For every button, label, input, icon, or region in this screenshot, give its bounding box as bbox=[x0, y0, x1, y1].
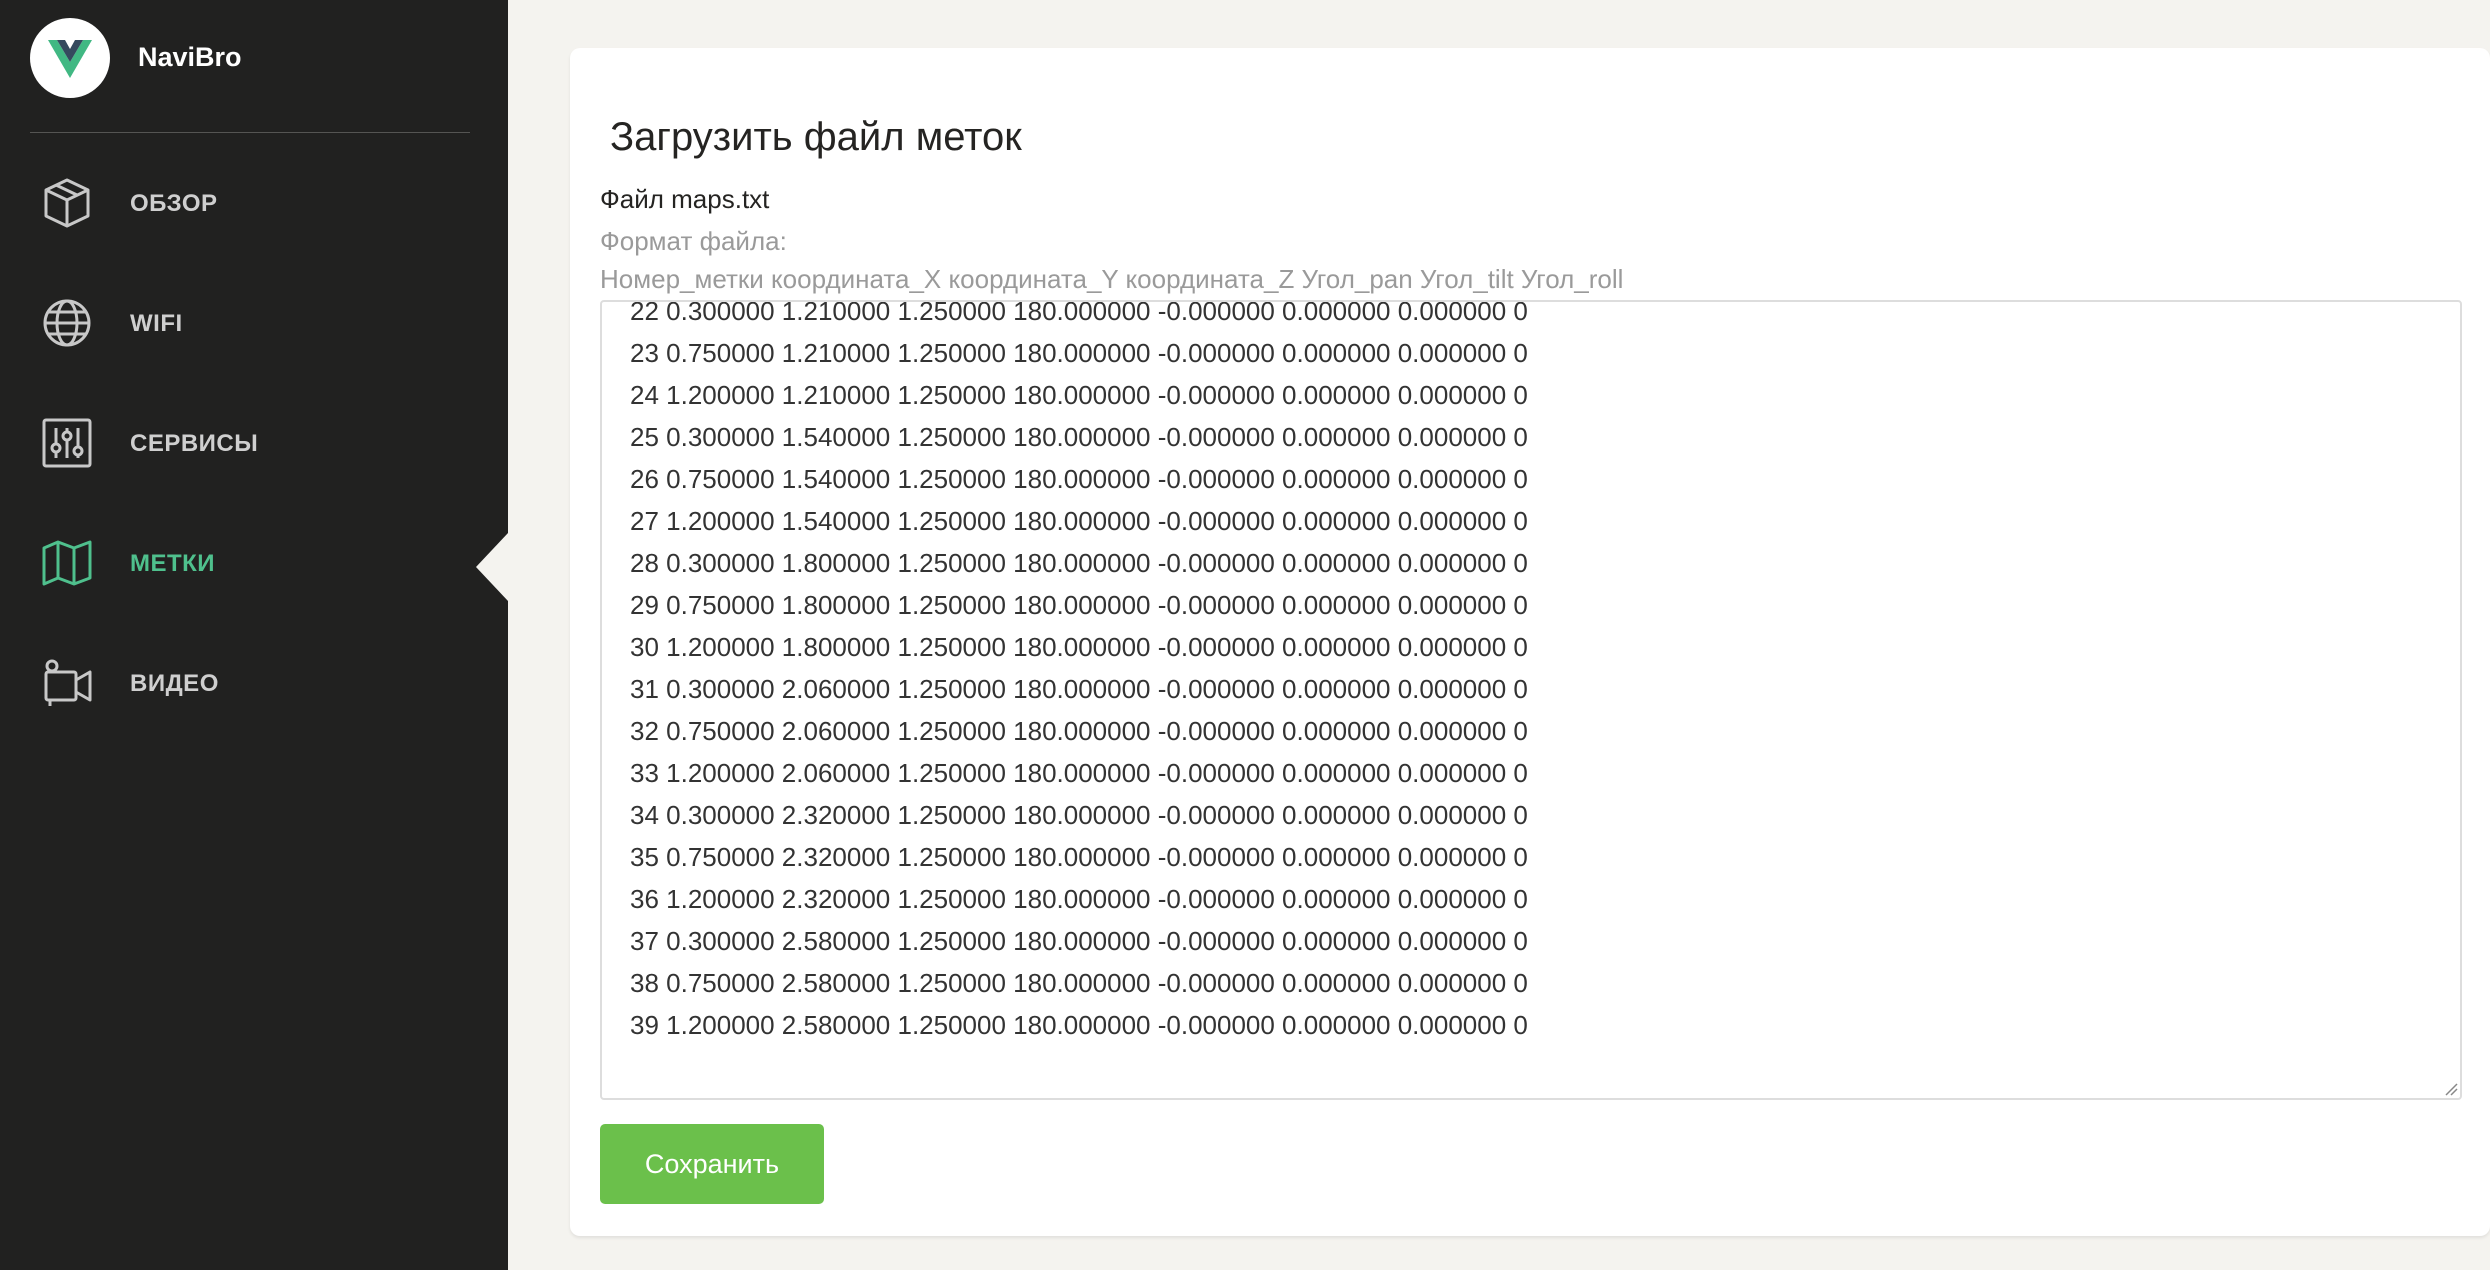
video-camera-icon bbox=[40, 656, 94, 710]
cube-icon bbox=[40, 176, 94, 230]
file-line: 32 0.750000 2.060000 1.250000 180.000000… bbox=[630, 716, 1528, 746]
file-line: 26 0.750000 1.540000 1.250000 180.000000… bbox=[630, 464, 1528, 494]
file-line: 29 0.750000 1.800000 1.250000 180.000000… bbox=[630, 590, 1528, 620]
file-line: 35 0.750000 2.320000 1.250000 180.000000… bbox=[630, 842, 1528, 872]
map-icon bbox=[40, 536, 94, 590]
file-line: 25 0.300000 1.540000 1.250000 180.000000… bbox=[630, 422, 1528, 452]
file-line: 34 0.300000 2.320000 1.250000 180.000000… bbox=[630, 800, 1528, 830]
file-line: 33 1.200000 2.060000 1.250000 180.000000… bbox=[630, 758, 1528, 788]
sidebar-item-services[interactable]: СЕРВИСЫ bbox=[40, 408, 480, 478]
sidebar: NaviBro ОБЗОР WIFI СЕРВИСЫ МЕТКИ ВИДЕО bbox=[0, 0, 508, 1270]
upload-card: Загрузить файл меток Файл maps.txt Форма… bbox=[570, 48, 2490, 1236]
sidebar-item-label: ВИДЕО bbox=[130, 670, 219, 697]
format-label: Формат файла: bbox=[600, 226, 787, 256]
sidebar-item-label: СЕРВИСЫ bbox=[130, 430, 259, 457]
vue-logo-icon bbox=[30, 18, 110, 98]
file-content-textarea[interactable]: 22 0.300000 1.210000 1.250000 180.000000… bbox=[600, 300, 2462, 1100]
file-line: 22 0.300000 1.210000 1.250000 180.000000… bbox=[630, 300, 1528, 326]
active-indicator bbox=[476, 533, 508, 601]
app-name: NaviBro bbox=[138, 42, 242, 72]
file-lines: 22 0.300000 1.210000 1.250000 180.000000… bbox=[630, 300, 1528, 1046]
sliders-icon bbox=[40, 416, 94, 470]
sidebar-divider bbox=[30, 132, 470, 133]
file-line: 30 1.200000 1.800000 1.250000 180.000000… bbox=[630, 632, 1528, 662]
file-line: 24 1.200000 1.210000 1.250000 180.000000… bbox=[630, 380, 1528, 410]
file-line: 27 1.200000 1.540000 1.250000 180.000000… bbox=[630, 506, 1528, 536]
save-button[interactable]: Сохранить bbox=[600, 1124, 824, 1204]
sidebar-item-video[interactable]: ВИДЕО bbox=[40, 648, 480, 718]
sidebar-item-label: МЕТКИ bbox=[130, 550, 216, 577]
file-line: 31 0.300000 2.060000 1.250000 180.000000… bbox=[630, 674, 1528, 704]
resize-handle-icon[interactable] bbox=[2444, 1082, 2458, 1096]
sidebar-item-label: WIFI bbox=[130, 310, 183, 337]
brand[interactable]: NaviBro bbox=[30, 18, 470, 98]
format-description: Номер_метки координата_X координата_Y ко… bbox=[600, 264, 1624, 294]
file-line: 28 0.300000 1.800000 1.250000 180.000000… bbox=[630, 548, 1528, 578]
file-line: 38 0.750000 2.580000 1.250000 180.000000… bbox=[630, 968, 1528, 998]
globe-icon bbox=[40, 296, 94, 350]
sidebar-item-markers[interactable]: МЕТКИ bbox=[40, 528, 480, 598]
sidebar-item-wifi[interactable]: WIFI bbox=[40, 288, 480, 358]
file-line: 36 1.200000 2.320000 1.250000 180.000000… bbox=[630, 884, 1528, 914]
file-line: 23 0.750000 1.210000 1.250000 180.000000… bbox=[630, 338, 1528, 368]
sidebar-item-label: ОБЗОР bbox=[130, 190, 218, 217]
file-line: 37 0.300000 2.580000 1.250000 180.000000… bbox=[630, 926, 1528, 956]
sidebar-item-overview[interactable]: ОБЗОР bbox=[40, 168, 480, 238]
page-title: Загрузить файл меток bbox=[610, 114, 1022, 159]
file-label: Файл maps.txt bbox=[600, 184, 770, 214]
file-line: 39 1.200000 2.580000 1.250000 180.000000… bbox=[630, 1010, 1528, 1040]
